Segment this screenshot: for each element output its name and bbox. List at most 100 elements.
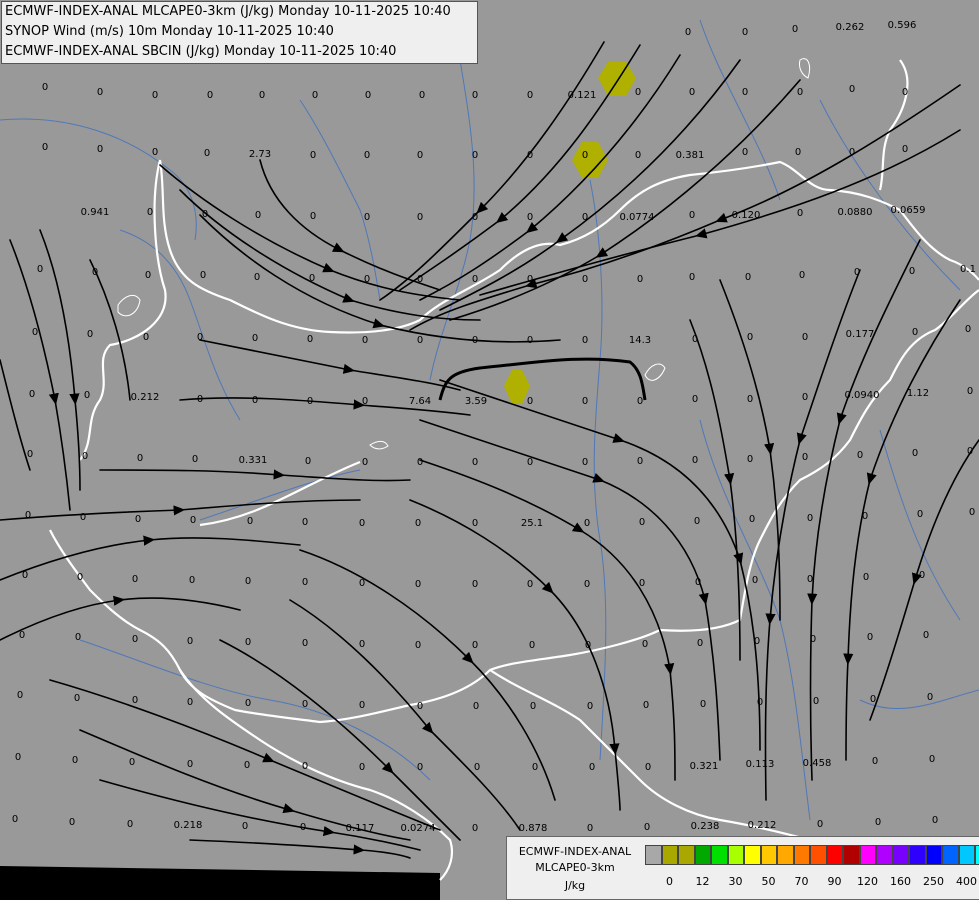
sbcin-value: 0 xyxy=(32,327,38,338)
sbcin-value: 0 xyxy=(923,630,929,641)
sbcin-value: 7.64 xyxy=(409,396,431,407)
sbcin-value: 0 xyxy=(849,147,855,158)
legend-swatch xyxy=(727,845,744,865)
sbcin-value: 0 xyxy=(689,87,695,98)
sbcin-value: 0 xyxy=(202,209,208,220)
legend-swatch xyxy=(975,845,979,865)
sbcin-value: 0 xyxy=(872,756,878,767)
sbcin-value: 0 xyxy=(965,324,971,335)
sbcin-value: 0 xyxy=(252,395,258,406)
sbcin-value: 0 xyxy=(244,760,250,771)
sbcin-value: 0 xyxy=(642,639,648,650)
sbcin-value: 0 xyxy=(635,87,641,98)
legend-tick-label: 160 xyxy=(890,875,911,888)
sbcin-value: 0 xyxy=(364,212,370,223)
sbcin-value: 0 xyxy=(472,640,478,651)
sbcin-value: 0 xyxy=(810,634,816,645)
sbcin-value: 0 xyxy=(132,574,138,585)
sbcin-value: 0 xyxy=(757,697,763,708)
sbcin-value: 0.0940 xyxy=(845,390,880,401)
sbcin-value: 0 xyxy=(362,335,368,346)
sbcin-value: 0 xyxy=(302,761,308,772)
sbcin-value: 0 xyxy=(132,695,138,706)
legend-swatch xyxy=(661,845,678,865)
legend-tick-label: 70 xyxy=(794,875,809,888)
sbcin-value: 0 xyxy=(585,640,591,651)
sbcin-value: 0 xyxy=(857,450,863,461)
sbcin-value: 0 xyxy=(472,212,478,223)
sbcin-value: 0 xyxy=(742,147,748,158)
sbcin-value: 0 xyxy=(967,386,973,397)
sbcin-value: 0.212 xyxy=(131,392,160,403)
sbcin-value: 0 xyxy=(200,270,206,281)
legend-tick-label: 0 xyxy=(666,875,673,888)
sbcin-value: 0 xyxy=(145,270,151,281)
sbcin-value: 0 xyxy=(527,579,533,590)
sbcin-value: 0 xyxy=(754,636,760,647)
legend-swatch xyxy=(925,845,942,865)
sbcin-value: 0 xyxy=(242,821,248,832)
sbcin-value: 0.0774 xyxy=(620,212,655,223)
legend-swatch xyxy=(876,845,893,865)
sbcin-value: 0 xyxy=(302,577,308,588)
legend-swatch xyxy=(843,845,860,865)
sbcin-value: 0 xyxy=(747,454,753,465)
color-legend: ECMWF-INDEX-ANAL MLCAPE0-3km J/kg 0 12 30 5… xyxy=(506,836,979,900)
sbcin-value: 0 xyxy=(17,690,23,701)
sbcin-value: 0 xyxy=(417,212,423,223)
legend-swatches xyxy=(645,845,979,865)
sbcin-value: 0 xyxy=(527,90,533,101)
sbcin-value: 0 xyxy=(187,697,193,708)
sbcin-value: 0 xyxy=(359,762,365,773)
sbcin-value: 0 xyxy=(15,752,21,763)
sbcin-value: 0 xyxy=(807,513,813,524)
sbcin-value: 0 xyxy=(189,575,195,586)
sbcin-value: 0 xyxy=(147,207,153,218)
legend-swatch xyxy=(711,845,728,865)
sbcin-value: 0 xyxy=(582,457,588,468)
sbcin-value: 0 xyxy=(912,327,918,338)
sbcin-value: 0.113 xyxy=(746,759,775,770)
sbcin-value: 0 xyxy=(530,701,536,712)
legend-tick-label: 90 xyxy=(827,875,842,888)
sbcin-value: 0 xyxy=(359,639,365,650)
sbcin-value: 0 xyxy=(472,457,478,468)
sbcin-value: 0 xyxy=(255,210,261,221)
sbcin-value: 0 xyxy=(80,512,86,523)
sbcin-value: 0 xyxy=(637,456,643,467)
sbcin-value: 0 xyxy=(637,274,643,285)
sbcin-value: 0 xyxy=(742,87,748,98)
sbcin-value: 0.120 xyxy=(732,210,761,221)
sbcin-value: 0 xyxy=(695,577,701,588)
sbcin-value: 0 xyxy=(639,517,645,528)
sbcin-value: 0 xyxy=(362,457,368,468)
sbcin-value: 0 xyxy=(417,701,423,712)
sbcin-value: 0.878 xyxy=(519,823,548,834)
sbcin-value: 0 xyxy=(862,511,868,522)
sbcin-value: 0 xyxy=(300,822,306,833)
sbcin-value: 0 xyxy=(902,144,908,155)
sbcin-value: 0 xyxy=(902,87,908,98)
sbcin-value: 0 xyxy=(82,451,88,462)
sbcin-value: 0 xyxy=(75,632,81,643)
sbcin-value: 0 xyxy=(97,87,103,98)
sbcin-value: 0 xyxy=(797,87,803,98)
sbcin-value: 0 xyxy=(685,27,691,38)
sbcin-value: 0 xyxy=(692,334,698,345)
legend-tick-label: 30 xyxy=(728,875,743,888)
sbcin-value: 0.177 xyxy=(846,329,875,340)
sbcin-value: 14.3 xyxy=(629,335,651,346)
sbcin-value: 0 xyxy=(854,267,860,278)
sbcin-value: 0 xyxy=(152,147,158,158)
sbcin-value: 0 xyxy=(639,578,645,589)
sbcin-value: 0 xyxy=(365,90,371,101)
legend-swatch xyxy=(744,845,761,865)
sbcin-value: 0.381 xyxy=(676,150,705,161)
sbcin-value: 0 xyxy=(745,272,751,283)
sbcin-value: 0 xyxy=(259,90,265,101)
sbcin-value: 0 xyxy=(645,762,651,773)
sbcin-value: 0 xyxy=(527,457,533,468)
legend-tick-label: 400 xyxy=(956,875,977,888)
sbcin-value: 0 xyxy=(584,518,590,529)
sbcin-value: 0 xyxy=(919,570,925,581)
